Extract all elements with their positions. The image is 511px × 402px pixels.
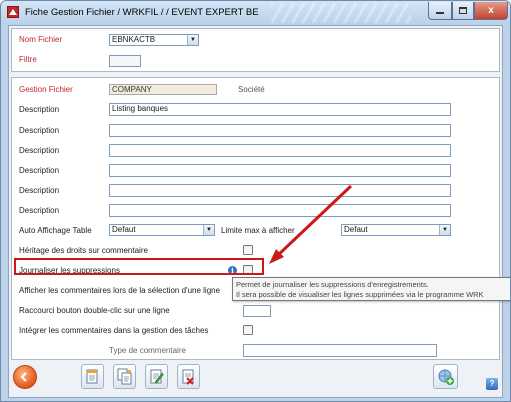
- societe-label: Société: [238, 85, 265, 94]
- description-label-3: Description: [19, 146, 60, 155]
- type-commentaire-label: Type de commentaire: [109, 346, 186, 355]
- description-input-6[interactable]: [109, 204, 451, 217]
- limite-max-label: Limite max à afficher: [221, 226, 295, 235]
- delete-record-icon: [182, 369, 194, 385]
- filtre-input[interactable]: [109, 55, 141, 67]
- chevron-down-icon[interactable]: ▼: [439, 225, 450, 235]
- window-title: Fiche Gestion Fichier / WRKFIL / / EVENT…: [25, 7, 259, 18]
- description-input-4[interactable]: [109, 164, 451, 177]
- description-input-3[interactable]: [109, 144, 451, 157]
- chevron-down-icon[interactable]: ▼: [187, 35, 198, 45]
- add-globe-icon: [438, 369, 454, 385]
- edit-record-icon: [150, 369, 164, 384]
- title-decoration: [271, 3, 411, 23]
- description-label-2: Description: [19, 126, 60, 135]
- description-label-6: Description: [19, 206, 60, 215]
- auto-affichage-label: Auto Affichage Table: [19, 226, 92, 235]
- heritage-checkbox[interactable]: [243, 245, 253, 255]
- limite-max-value: Defaut: [344, 225, 368, 234]
- integrer-checkbox[interactable]: [243, 325, 253, 335]
- app-logo-icon: [7, 6, 19, 18]
- chevron-down-icon[interactable]: ▼: [203, 225, 214, 235]
- close-button[interactable]: x: [474, 2, 508, 20]
- back-button[interactable]: [13, 365, 37, 389]
- nom-fichier-value: EBNKACTB: [112, 35, 156, 44]
- limite-max-dropdown[interactable]: Defaut ▼: [341, 224, 451, 236]
- description-input-5[interactable]: [109, 184, 451, 197]
- add-button[interactable]: [433, 364, 458, 389]
- back-arrow-icon: [20, 372, 27, 382]
- title-bar[interactable]: Fiche Gestion Fichier / WRKFIL / / EVENT…: [1, 1, 510, 25]
- file-details-panel: Gestion Fichier COMPANY Société Descript…: [11, 77, 500, 360]
- duplicate-button[interactable]: [113, 364, 136, 389]
- description-label-1: Description: [19, 105, 60, 114]
- auto-affichage-dropdown[interactable]: Defaut ▼: [109, 224, 215, 236]
- minimize-button[interactable]: [428, 2, 452, 20]
- tooltip-line-1: Permet de journaliser les suppressions d…: [236, 280, 429, 289]
- auto-affichage-value: Defaut: [112, 225, 136, 234]
- raccourci-label: Raccourci bouton double-clic sur une lig…: [19, 306, 170, 315]
- description-label-4: Description: [19, 166, 60, 175]
- help-icon: ?: [489, 379, 495, 388]
- type-commentaire-input[interactable]: [243, 344, 437, 357]
- annotation-highlight-box: [14, 258, 264, 275]
- journaliser-tooltip: Permet de journaliser les suppressions d…: [232, 277, 510, 301]
- copy-button[interactable]: [81, 364, 104, 389]
- afficher-commentaires-label: Afficher les commentaires lors de la sél…: [19, 286, 221, 295]
- edit-button[interactable]: [145, 364, 168, 389]
- nom-fichier-label: Nom Fichier: [19, 35, 63, 44]
- integrer-label: Intégrer les commentaires dans la gestio…: [19, 326, 209, 335]
- raccourci-input[interactable]: [243, 305, 271, 317]
- gestion-fichier-field: COMPANY: [109, 84, 217, 95]
- copy-record-icon: [86, 369, 98, 384]
- help-button[interactable]: ?: [486, 378, 498, 390]
- description-input-1[interactable]: Listing banques: [109, 103, 451, 116]
- app-window: Fiche Gestion Fichier / WRKFIL / / EVENT…: [0, 0, 511, 402]
- tooltip-line-2: Il sera possible de visualiser les ligne…: [236, 290, 484, 299]
- heritage-label: Héritage des droits sur commentaire: [19, 246, 148, 255]
- file-selector-panel: Nom Fichier EBNKACTB ▼ Filtre: [11, 28, 500, 72]
- description-label-5: Description: [19, 186, 60, 195]
- nom-fichier-dropdown[interactable]: EBNKACTB ▼: [109, 34, 199, 46]
- form-area: Nom Fichier EBNKACTB ▼ Filtre Gestion Fi…: [8, 25, 503, 398]
- duplicate-record-icon: [117, 368, 132, 385]
- description-input-2[interactable]: [109, 124, 451, 137]
- delete-button[interactable]: [177, 364, 200, 389]
- maximize-button[interactable]: [452, 2, 474, 20]
- gestion-fichier-label: Gestion Fichier: [19, 85, 73, 94]
- filtre-label: Filtre: [19, 55, 37, 64]
